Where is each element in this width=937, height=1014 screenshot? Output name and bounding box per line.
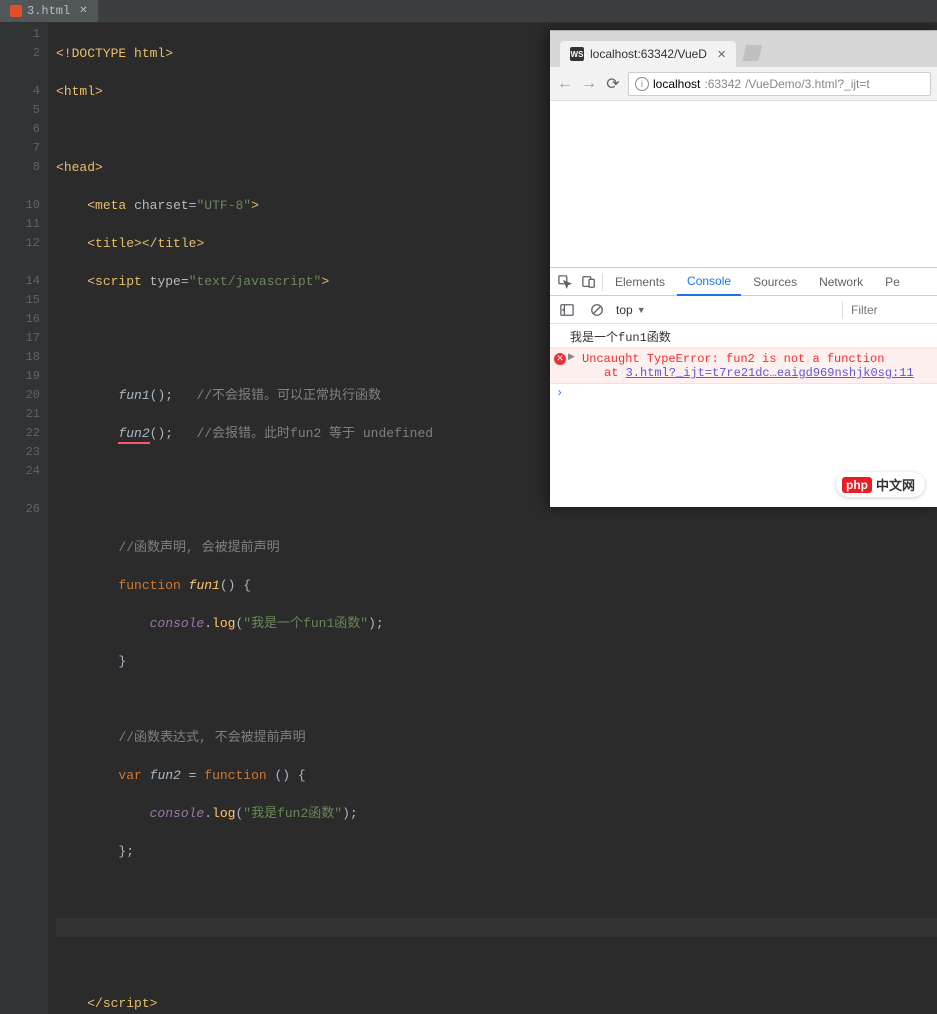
new-tab-button[interactable] bbox=[742, 45, 762, 61]
browser-tab-strip: WS localhost:63342/VueD ✕ bbox=[550, 31, 937, 67]
browser-tab[interactable]: WS localhost:63342/VueD ✕ bbox=[560, 41, 736, 67]
devtools-panel: Elements Console Sources Network Pe top … bbox=[550, 267, 937, 507]
console-log-entry: 我是一个fun1函数 bbox=[550, 326, 937, 348]
console-toolbar: top ▼ bbox=[550, 296, 937, 324]
tab-network[interactable]: Network bbox=[809, 269, 873, 295]
console-sidebar-toggle-icon[interactable] bbox=[556, 299, 578, 321]
favicon-icon: WS bbox=[570, 47, 584, 61]
back-button[interactable]: ← bbox=[556, 75, 574, 93]
console-prompt[interactable]: › bbox=[550, 384, 937, 402]
editor-tab-bar: 3.html ✕ bbox=[0, 0, 937, 23]
error-underline: fun2 bbox=[118, 426, 149, 444]
inspect-element-icon[interactable] bbox=[554, 271, 576, 293]
url-host: localhost bbox=[653, 77, 700, 91]
page-viewport bbox=[550, 101, 937, 267]
clear-console-icon[interactable] bbox=[586, 299, 608, 321]
context-selector[interactable]: top bbox=[616, 303, 633, 317]
expand-icon[interactable]: ▶ bbox=[568, 352, 575, 362]
close-icon[interactable]: ✕ bbox=[717, 48, 726, 61]
reload-button[interactable]: ⟳ bbox=[604, 75, 622, 93]
watermark-logo: php bbox=[842, 477, 872, 493]
address-bar: ← → ⟳ i localhost:63342/VueDemo/3.html?_… bbox=[550, 67, 937, 101]
devtools-tabs: Elements Console Sources Network Pe bbox=[550, 268, 937, 296]
tab-console[interactable]: Console bbox=[677, 268, 741, 296]
watermark-text: 中文网 bbox=[876, 475, 915, 494]
tab-performance[interactable]: Pe bbox=[875, 269, 910, 295]
site-info-icon[interactable]: i bbox=[635, 77, 649, 91]
editor-tab[interactable]: 3.html ✕ bbox=[0, 0, 98, 22]
filter-input[interactable] bbox=[851, 303, 931, 317]
tab-elements[interactable]: Elements bbox=[605, 269, 675, 295]
error-source-link[interactable]: 3.html?_ijt=t7re21dc…eaigd969nshjk0sg:11 bbox=[626, 366, 914, 380]
tab-filename: 3.html bbox=[27, 4, 70, 18]
error-icon: ✕ bbox=[554, 353, 566, 365]
tab-sources[interactable]: Sources bbox=[743, 269, 807, 295]
close-icon[interactable]: ✕ bbox=[79, 5, 87, 17]
html-file-icon bbox=[10, 5, 22, 17]
console-error-entry[interactable]: ✕ ▶ Uncaught TypeError: fun2 is not a fu… bbox=[550, 348, 937, 384]
line-number-gutter: 1 2 4 5 6 7 8 10 11 12 14 15 16 17 18 19… bbox=[0, 23, 48, 1014]
device-toolbar-icon[interactable] bbox=[578, 271, 600, 293]
forward-button[interactable]: → bbox=[580, 75, 598, 93]
chevron-down-icon: ▼ bbox=[637, 305, 646, 315]
watermark-badge: php 中文网 bbox=[836, 472, 925, 497]
browser-window: WS localhost:63342/VueD ✕ ← → ⟳ i localh… bbox=[550, 30, 937, 507]
browser-tab-title: localhost:63342/VueD bbox=[590, 47, 707, 61]
error-trace: at 3.html?_ijt=t7re21dc…eaigd969nshjk0sg… bbox=[604, 366, 931, 380]
doctype-token: <!DOCTYPE html> bbox=[56, 46, 173, 61]
error-message: Uncaught TypeError: fun2 is not a functi… bbox=[582, 352, 931, 366]
url-input[interactable]: i localhost:63342/VueDemo/3.html?_ijt=t bbox=[628, 72, 931, 96]
